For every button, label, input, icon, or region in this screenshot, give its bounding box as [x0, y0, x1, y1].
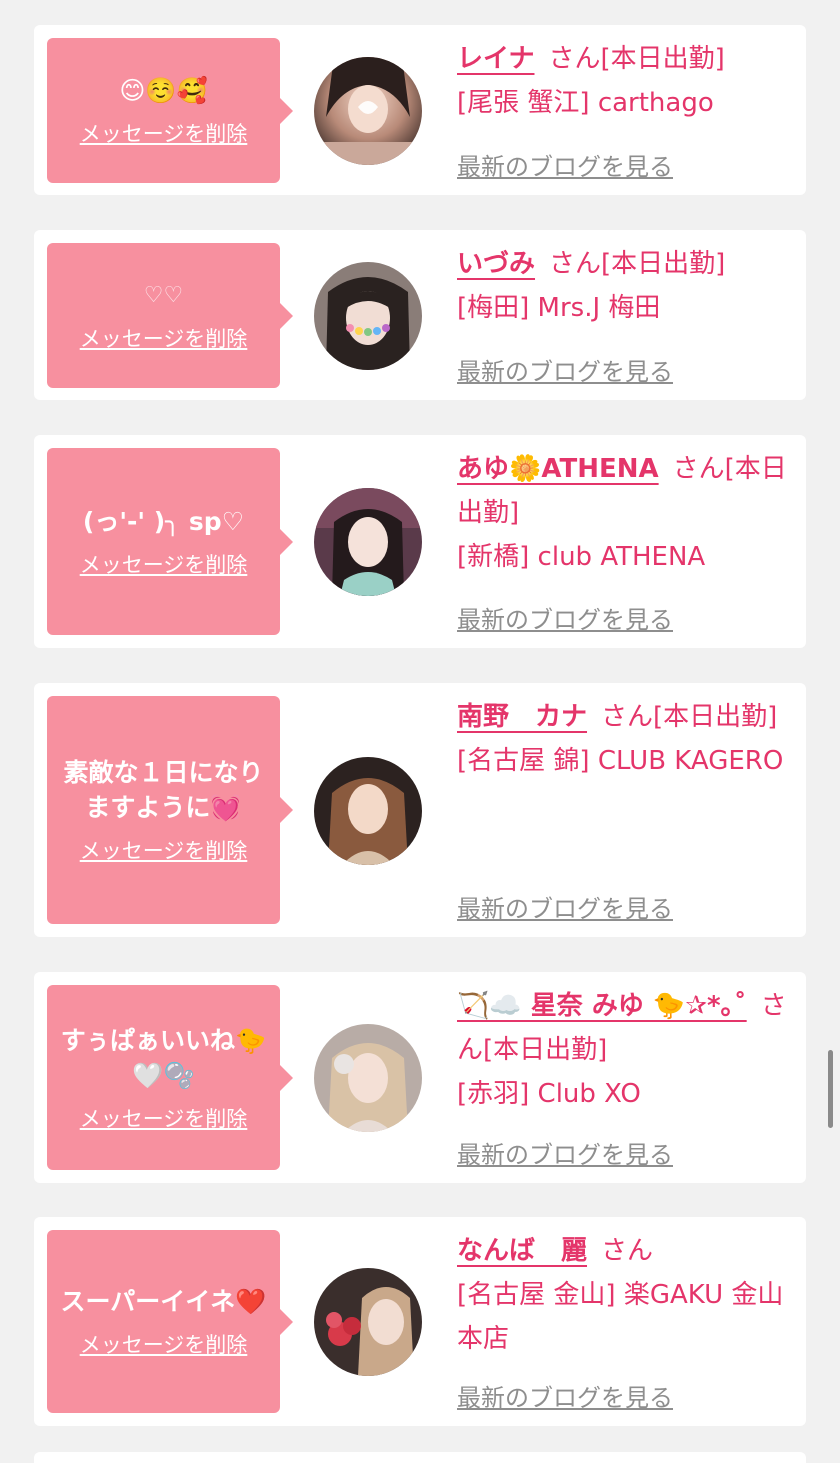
list-item: 素敵な１日になりますように💓 メッセージを削除 南野 カナ さん[本日出勤] [名… [34, 683, 806, 937]
latest-blog-link[interactable]: 最新のブログを見る [457, 889, 673, 924]
avatar[interactable] [314, 57, 422, 165]
avatar[interactable] [314, 262, 422, 370]
message-text: 😊☺️🥰 [119, 76, 208, 105]
message-bubble: (っ'-' )╮ sp♡ メッセージを削除 [47, 448, 293, 635]
cast-info: 🏹☁️ 星奈 みゆ 🐤✰*｡˚ さん[本日出勤] [赤羽] Club XO [457, 984, 787, 1116]
cast-info: 南野 カナ さん[本日出勤] [名古屋 錦] CLUB KAGERO [457, 695, 787, 783]
cast-status: さん[本日出勤] [549, 249, 726, 279]
message-text: スーパーイイネ❤️ [60, 1287, 267, 1316]
cast-name-link[interactable]: レイナ [457, 44, 534, 74]
message-text: すぅぱぁいいね🐤🤍🫧 [60, 1025, 267, 1090]
delete-message-link[interactable]: メッセージを削除 [80, 1329, 248, 1359]
message-bubble: ♡♡ メッセージを削除 [47, 243, 293, 388]
message-list: 😊☺️🥰 メッセージを削除 レイナ さん[本日出勤] [尾張 蟹江] cartha… [0, 0, 840, 1463]
list-item: スーパーイイネ❤️ メッセージを削除 なんば 麗さん [名古屋 金山] 楽GAK… [34, 1217, 806, 1426]
cast-status: さん [601, 1236, 654, 1266]
delete-message-link[interactable]: メッセージを削除 [80, 323, 248, 353]
message-bubble: 😊☺️🥰 メッセージを削除 [47, 38, 293, 183]
delete-message-link[interactable]: メッセージを削除 [80, 549, 248, 579]
message-text: (っ'-' )╮ sp♡ [82, 507, 245, 536]
delete-message-link[interactable]: メッセージを削除 [80, 118, 248, 148]
shop-name: [尾張 蟹江] carthago [457, 88, 714, 118]
cast-info: あゆ🌼ATHENA さん[本日出勤] [新橋] club ATHENA [457, 447, 787, 579]
message-bubble: すぅぱぁいいね🐤🤍🫧 メッセージを削除 [47, 985, 293, 1170]
message-bubble: 素敵な１日になりますように💓 メッセージを削除 [47, 696, 293, 924]
list-item: すぅぱぁいいね🐤🤍🫧 メッセージを削除 🏹☁️ 星奈 みゆ 🐤✰*｡˚ さん[本日… [34, 972, 806, 1183]
avatar[interactable] [314, 488, 422, 596]
cast-info: いづみ さん[本日出勤] [梅田] Mrs.J 梅田 [457, 242, 787, 330]
delete-message-link[interactable]: メッセージを削除 [80, 835, 248, 865]
list-item: ♡♡ メッセージを削除 いづみ さん[本日出勤] [梅田] Mrs.J 梅田 最新… [34, 230, 806, 400]
shop-name: [赤羽] Club XO [457, 1079, 641, 1109]
delete-message-link[interactable]: メッセージを削除 [80, 1103, 248, 1133]
shop-name: [名古屋 金山] 楽GAKU 金山本店 [457, 1280, 784, 1354]
latest-blog-link[interactable]: 最新のブログを見る [457, 600, 673, 635]
cast-name-link[interactable]: 南野 カナ [457, 702, 587, 732]
cast-name-link[interactable]: なんば 麗 [457, 1236, 587, 1266]
latest-blog-link[interactable]: 最新のブログを見る [457, 147, 673, 182]
message-text: 素敵な１日になりますように💓 [63, 758, 264, 822]
cast-info: レイナ さん[本日出勤] [尾張 蟹江] carthago [457, 37, 787, 125]
cast-name-link[interactable]: あゆ🌼ATHENA [457, 454, 659, 484]
scrollbar[interactable] [828, 1050, 833, 1128]
shop-name: [新橋] club ATHENA [457, 542, 706, 572]
avatar[interactable] [314, 1268, 422, 1376]
cast-status: さん[本日出勤] [548, 44, 725, 74]
avatar[interactable] [314, 1024, 422, 1132]
cast-name-link[interactable]: いづみ [457, 249, 535, 279]
shop-name: [名古屋 錦] CLUB KAGERO [457, 746, 784, 776]
list-item: (っ'-' )╮ sp♡ メッセージを削除 あゆ🌼ATHENA さん[本日出勤] … [34, 435, 806, 648]
avatar[interactable] [314, 757, 422, 865]
list-item: 😊☺️🥰 メッセージを削除 レイナ さん[本日出勤] [尾張 蟹江] cartha… [34, 25, 806, 195]
latest-blog-link[interactable]: 最新のブログを見る [457, 352, 673, 387]
cast-name-link[interactable]: 🏹☁️ 星奈 みゆ 🐤✰*｡˚ [457, 991, 747, 1021]
message-bubble: スーパーイイネ❤️ メッセージを削除 [47, 1230, 293, 1413]
message-text: ♡♡ [143, 283, 184, 308]
latest-blog-link[interactable]: 最新のブログを見る [457, 1135, 673, 1170]
latest-blog-link[interactable]: 最新のブログを見る [457, 1378, 673, 1413]
cast-info: なんば 麗さん [名古屋 金山] 楽GAKU 金山本店 [457, 1229, 787, 1361]
cast-status: さん[本日出勤] [601, 702, 778, 732]
list-item [34, 1452, 806, 1463]
shop-name: [梅田] Mrs.J 梅田 [457, 293, 661, 323]
